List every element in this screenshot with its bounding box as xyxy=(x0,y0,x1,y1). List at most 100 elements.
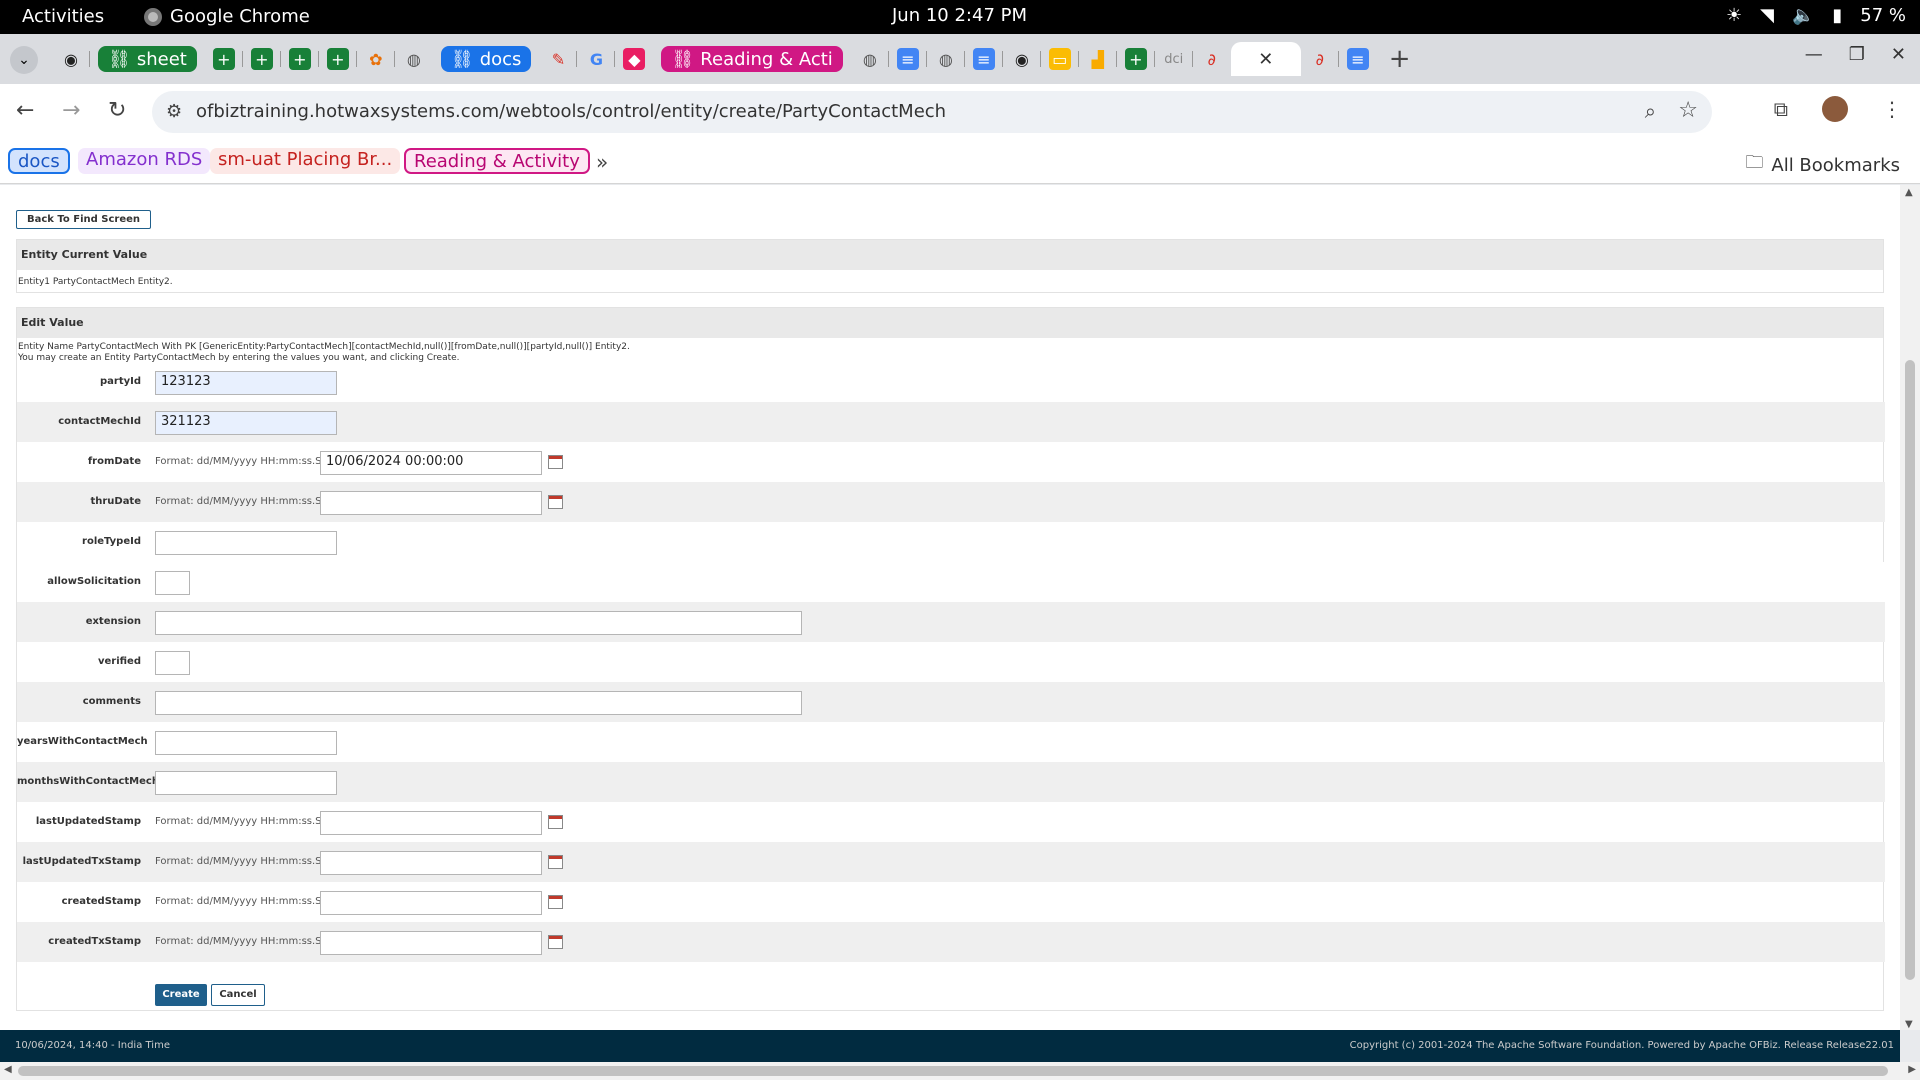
createdStamp-input[interactable] xyxy=(320,891,542,915)
contactMechId-input[interactable]: 321123 xyxy=(155,411,337,435)
extension-input[interactable] xyxy=(155,611,802,635)
thruDate-input[interactable] xyxy=(320,491,542,515)
tab-group-sheet[interactable]: ⛓ sheet xyxy=(90,42,205,76)
back-arrow-icon[interactable]: ← xyxy=(16,98,34,123)
field-label: yearsWithContactMech xyxy=(17,736,148,747)
extensions-icon[interactable]: ⧉ xyxy=(1774,97,1788,121)
field-label: fromDate xyxy=(87,456,141,467)
scrollbar-thumb[interactable] xyxy=(18,1066,1888,1076)
tab-group-docs[interactable]: ⛓ docs xyxy=(433,42,540,76)
zoom-icon[interactable]: ⌕ xyxy=(1645,99,1656,123)
calendar-icon[interactable] xyxy=(548,455,563,469)
tab-sheet-2[interactable]: + xyxy=(243,42,281,76)
bookmark-docs[interactable]: docs xyxy=(8,148,70,174)
tab-group-label: docs xyxy=(479,48,522,70)
tab-active[interactable]: ✕ xyxy=(1230,42,1301,76)
bookmark-star-icon[interactable]: ☆ xyxy=(1678,98,1698,123)
tab-sheet-5[interactable]: + xyxy=(1117,42,1155,76)
date-format-hint: Format: dd/MM/yyyy HH:mm:ss.SSS xyxy=(155,496,335,507)
bookmark-amazon-rds[interactable]: Amazon RDS xyxy=(78,148,211,174)
tab-web-2[interactable]: ◍ xyxy=(851,42,889,76)
activities-button[interactable]: Activities xyxy=(22,6,104,27)
flower-icon: ✿ xyxy=(369,49,383,69)
tab-doc-2[interactable]: ≡ xyxy=(965,42,1003,76)
tab-search-button[interactable]: ⌄ xyxy=(10,46,38,74)
tab-pen[interactable]: ✎ xyxy=(539,42,578,76)
partyId-input[interactable]: 123123 xyxy=(155,371,337,395)
tab-github-2[interactable]: ◉ xyxy=(1003,42,1041,76)
lastUpdatedTxStamp-input[interactable] xyxy=(320,851,542,875)
verified-input[interactable] xyxy=(155,651,190,675)
reload-icon[interactable]: ↻ xyxy=(108,98,126,123)
app-menu[interactable]: Google Chrome xyxy=(144,6,310,27)
field-row-contactMechId: contactMechId 321123 xyxy=(17,402,1885,442)
tab-google[interactable]: G xyxy=(577,42,616,76)
new-tab-button[interactable]: + xyxy=(1389,44,1411,74)
slides-icon: ▭ xyxy=(1048,48,1071,70)
address-bar[interactable]: ⚙ ofbiztraining.hotwaxsystems.com/webtoo… xyxy=(152,91,1712,133)
roleTypeId-input[interactable] xyxy=(155,531,337,555)
scroll-up-arrow-icon[interactable]: ▲ xyxy=(1905,187,1913,198)
close-tab-icon[interactable]: ✕ xyxy=(1258,49,1273,70)
tab-doc-1[interactable]: ≡ xyxy=(889,42,927,76)
close-window-icon[interactable]: ✕ xyxy=(1891,44,1906,65)
tab-sheet-1[interactable]: + xyxy=(205,42,243,76)
field-label: createdStamp xyxy=(61,896,141,907)
toolbar-actions: ⧉ ⋮ xyxy=(1774,96,1902,122)
all-bookmarks-button[interactable]: 🗀 All Bookmarks xyxy=(1745,150,1900,180)
section-title: Entity Current Value xyxy=(17,240,1883,270)
horizontal-scrollbar[interactable]: ◀ ▶ xyxy=(0,1062,1920,1080)
field-label: comments xyxy=(82,696,141,707)
cancel-button[interactable]: Cancel xyxy=(211,984,265,1006)
lastUpdatedStamp-input[interactable] xyxy=(320,811,542,835)
footer-copyright: Copyright (c) 2001-2024 The Apache Softw… xyxy=(1349,1040,1894,1051)
back-to-find-screen-button[interactable]: Back To Find Screen xyxy=(16,210,152,229)
calendar-icon[interactable] xyxy=(548,855,563,869)
page-footer: 10/06/2024, 14:40 - India Time Copyright… xyxy=(0,1030,1900,1062)
bookmark-reading[interactable]: Reading & Activity xyxy=(404,148,590,174)
vertical-scrollbar[interactable]: ▲ ▼ xyxy=(1900,185,1920,1030)
calendar-icon[interactable] xyxy=(548,895,563,909)
url-text[interactable]: ofbiztraining.hotwaxsystems.com/webtools… xyxy=(196,101,946,122)
tab-analytics[interactable]: ▟ xyxy=(1079,42,1117,76)
scroll-down-arrow-icon[interactable]: ▼ xyxy=(1905,1019,1913,1030)
createdTxStamp-input[interactable] xyxy=(320,931,542,955)
docs-icon: ≡ xyxy=(972,48,995,70)
scroll-right-arrow-icon[interactable]: ▶ xyxy=(1908,1064,1916,1075)
tab-dci[interactable]: dci xyxy=(1155,42,1193,76)
fromDate-input[interactable]: 10/06/2024 00:00:00 xyxy=(320,451,542,475)
field-label: thruDate xyxy=(90,496,141,507)
calendar-icon[interactable] xyxy=(548,815,563,829)
tab-link-2[interactable]: ∂ xyxy=(1301,42,1339,76)
tab-sheet-4[interactable]: + xyxy=(319,42,357,76)
comments-input[interactable] xyxy=(155,691,802,715)
restore-icon[interactable]: ❐ xyxy=(1849,44,1865,65)
allowSolicitation-input[interactable] xyxy=(155,571,190,595)
create-button[interactable]: Create xyxy=(155,984,207,1006)
menu-kebab-icon[interactable]: ⋮ xyxy=(1882,97,1902,121)
scrollbar-thumb[interactable] xyxy=(1905,360,1915,980)
clock[interactable]: Jun 10 2:47 PM xyxy=(892,5,1027,26)
tab-group-reading[interactable]: ⛓ Reading & Acti xyxy=(653,42,850,76)
bookmark-sm-uat[interactable]: sm-uat Placing Br... xyxy=(210,148,401,174)
monthsWithContactMech-input[interactable] xyxy=(155,771,337,795)
tab-doc-3[interactable]: ≡ xyxy=(1339,42,1377,76)
bookmarks-overflow-button[interactable]: » xyxy=(596,150,608,174)
scroll-left-arrow-icon[interactable]: ◀ xyxy=(4,1064,12,1075)
tab-cube[interactable]: ◆ xyxy=(615,42,653,76)
tab-web-1[interactable]: ◍ xyxy=(395,42,433,76)
site-info-icon[interactable]: ⚙ xyxy=(166,101,182,122)
calendar-icon[interactable] xyxy=(548,495,563,509)
tab-github[interactable]: ◉ xyxy=(52,42,90,76)
tab-link-1[interactable]: ∂ xyxy=(1193,42,1231,76)
calendar-icon[interactable] xyxy=(548,935,563,949)
minimize-icon[interactable]: — xyxy=(1805,44,1823,65)
tab-app[interactable]: ✿ xyxy=(357,42,395,76)
profile-avatar[interactable] xyxy=(1822,96,1848,122)
yearsWithContactMech-input[interactable] xyxy=(155,731,337,755)
tab-sheet-3[interactable]: + xyxy=(281,42,319,76)
forward-arrow-icon[interactable]: → xyxy=(62,98,80,123)
tab-web-3[interactable]: ◍ xyxy=(927,42,965,76)
tab-slides[interactable]: ▭ xyxy=(1041,42,1079,76)
system-tray[interactable]: ☀ ◥ 🔈 ▮ 57 % xyxy=(1726,5,1906,26)
